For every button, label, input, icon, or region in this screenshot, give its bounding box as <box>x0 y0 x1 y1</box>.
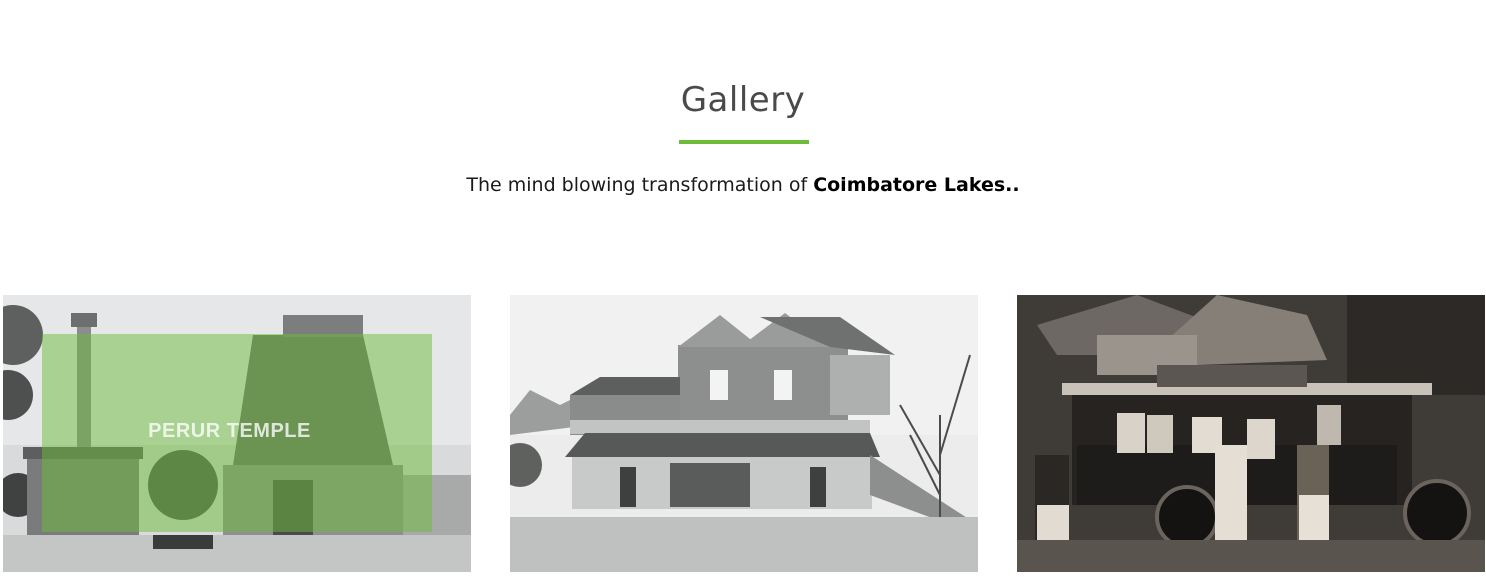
vintage-bus-photo <box>1017 295 1485 572</box>
colonial-building-photo <box>510 295 978 572</box>
gallery-item-bus[interactable] <box>1017 295 1485 572</box>
temple-hover-overlay: PERUR TEMPLE <box>42 334 432 532</box>
subtitle-text: The mind blowing transformation of <box>466 174 814 196</box>
subtitle-highlight: Coimbatore Lakes.. <box>813 174 1020 196</box>
gallery-title: Gallery <box>680 80 806 120</box>
gallery-item-building[interactable] <box>510 295 978 572</box>
temple-caption: PERUR TEMPLE <box>148 420 311 442</box>
gallery-subtitle: The mind blowing transformation of Coimb… <box>0 174 1486 196</box>
title-underline <box>679 140 809 144</box>
gallery-item-temple[interactable]: PERUR TEMPLE <box>3 295 471 572</box>
